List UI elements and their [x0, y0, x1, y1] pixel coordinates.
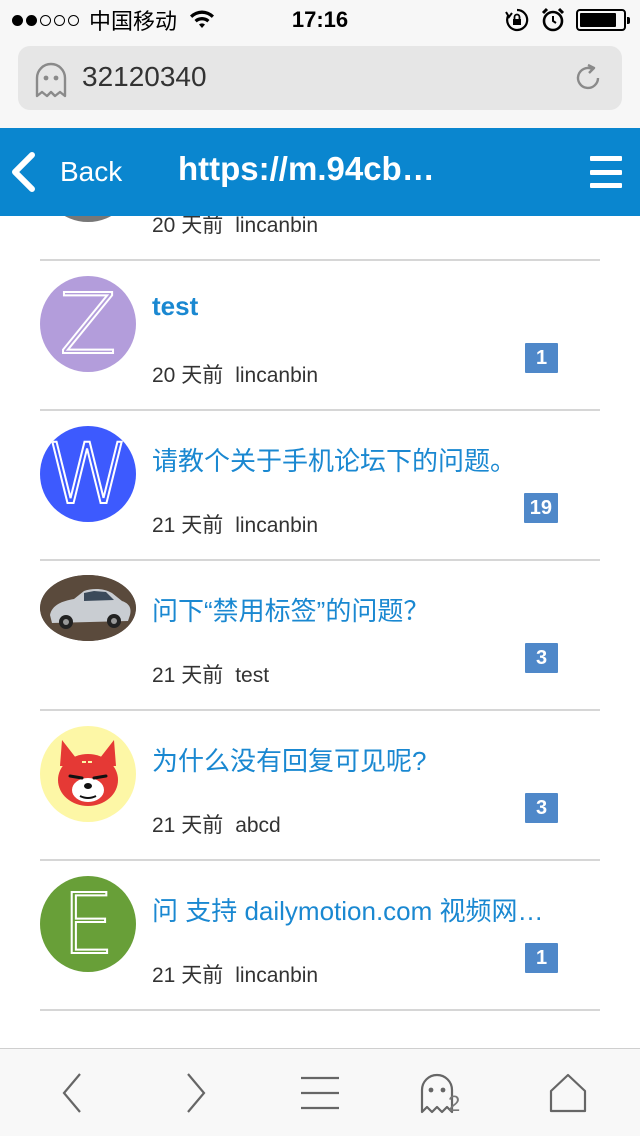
topic-row[interactable]: W 请教个关于手机论坛下的问题。 21 天前 lincanbin 19	[40, 411, 600, 561]
topic-author[interactable]: abcd	[235, 814, 281, 837]
reply-count-badge: 19	[523, 493, 558, 523]
topic-title[interactable]: 请教个关于手机论坛下的问题。	[152, 441, 598, 478]
topic-title[interactable]: test	[152, 291, 598, 322]
topic-title[interactable]: 问下“禁用标签”的问题？	[152, 591, 598, 628]
browser-toolbar: 2	[0, 1048, 640, 1136]
topic-title[interactable]: 为什么没有回复可见呢?	[152, 741, 598, 778]
orientation-lock-icon	[505, 8, 529, 32]
topic-meta: 20 天前 lincanbin	[152, 216, 318, 239]
topic-row[interactable]: E 问 支持 dailymotion.com 视频网… 21 天前 lincanb…	[40, 861, 600, 1011]
address-bar[interactable]: 32120340	[18, 46, 622, 110]
topic-author[interactable]: test	[235, 664, 269, 687]
page-title: https://m.94cb…	[178, 150, 435, 187]
topic-time: 21 天前	[152, 814, 224, 837]
alarm-icon	[541, 7, 565, 32]
topic-meta: 21 天前 lincanbin	[152, 509, 318, 539]
topic-time: 21 天前	[152, 964, 224, 987]
ghost-tabs-icon	[420, 1073, 454, 1114]
home-icon	[549, 1073, 587, 1113]
topic-title-text: 问 支持 dailymotion.com 视频网…	[152, 896, 544, 926]
car-icon	[40, 575, 136, 641]
reply-count-badge: 3	[525, 643, 558, 673]
ghost-icon[interactable]	[34, 62, 68, 98]
fox-icon	[58, 740, 118, 806]
chevron-left-icon	[62, 1073, 81, 1113]
status-right	[504, 7, 630, 32]
topic-time: 21 天前	[152, 664, 224, 687]
browser-address-area: 32120340	[0, 40, 640, 128]
chevron-left-icon	[12, 152, 35, 192]
topic-meta: 21 天前 abcd	[152, 809, 281, 839]
avatar[interactable]	[40, 216, 136, 222]
topic-author[interactable]: lincanbin	[235, 514, 318, 537]
menu-lines-icon	[301, 1076, 339, 1110]
tab-count: 2	[448, 1091, 461, 1116]
avatar-letter: E	[60, 876, 115, 972]
browser-back-button[interactable]	[46, 1069, 98, 1117]
topic-row[interactable]: Z test 20 天前 lincanbin 1	[40, 261, 600, 411]
car-avatar[interactable]	[40, 575, 136, 641]
reply-count-badge: 1	[525, 343, 558, 373]
topic-author[interactable]: lincanbin	[235, 216, 318, 237]
reload-icon[interactable]	[572, 62, 604, 94]
topic-meta: 21 天前 lincanbin	[152, 959, 318, 989]
browser-tabs-button[interactable]: 2	[418, 1069, 470, 1117]
topic-title[interactable]: 问 支持 dailymotion.com 视频网…	[152, 891, 598, 928]
chevron-right-icon	[187, 1073, 206, 1113]
topic-author[interactable]: lincanbin	[235, 964, 318, 987]
avatar-letter: Z	[58, 276, 118, 372]
topic-time: 21 天前	[152, 514, 224, 537]
reply-count-badge: 3	[525, 793, 558, 823]
topic-author[interactable]: lincanbin	[235, 364, 318, 387]
topic-meta: 20 天前 lincanbin	[152, 359, 318, 389]
avatar[interactable]: W	[40, 426, 136, 522]
page-header: Back https://m.94cb…	[0, 128, 640, 216]
topic-meta: 21 天前 test	[152, 659, 269, 689]
avatar[interactable]: Z	[40, 276, 136, 372]
topic-time: 20 天前	[152, 364, 224, 387]
back-button[interactable]: Back	[10, 146, 122, 198]
browser-forward-button[interactable]	[170, 1069, 222, 1117]
hamburger-menu-icon[interactable]	[590, 156, 622, 188]
status-bar: 中国移动 17:16	[0, 0, 640, 40]
address-text[interactable]: 32120340	[82, 61, 207, 93]
topic-row[interactable]: 为什么没有回复可见呢? 21 天前 abcd 3	[40, 711, 600, 861]
browser-menu-button[interactable]	[294, 1069, 346, 1117]
browser-home-button[interactable]	[542, 1069, 594, 1117]
fox-avatar[interactable]	[40, 726, 136, 822]
reply-count-badge: 1	[525, 943, 558, 973]
avatar[interactable]: E	[40, 876, 136, 972]
topic-time: 20 天前	[152, 216, 224, 237]
back-label: Back	[60, 156, 123, 187]
avatar-letter: W	[45, 426, 130, 522]
topic-row[interactable]: 问下“禁用标签”的问题？ 21 天前 test 3	[40, 561, 600, 711]
topic-list: 20 天前 lincanbin Z test 20 天前 lincanbin 1 W…	[0, 216, 640, 1048]
topic-row[interactable]: 20 天前 lincanbin	[40, 216, 600, 261]
battery-icon	[576, 9, 630, 31]
